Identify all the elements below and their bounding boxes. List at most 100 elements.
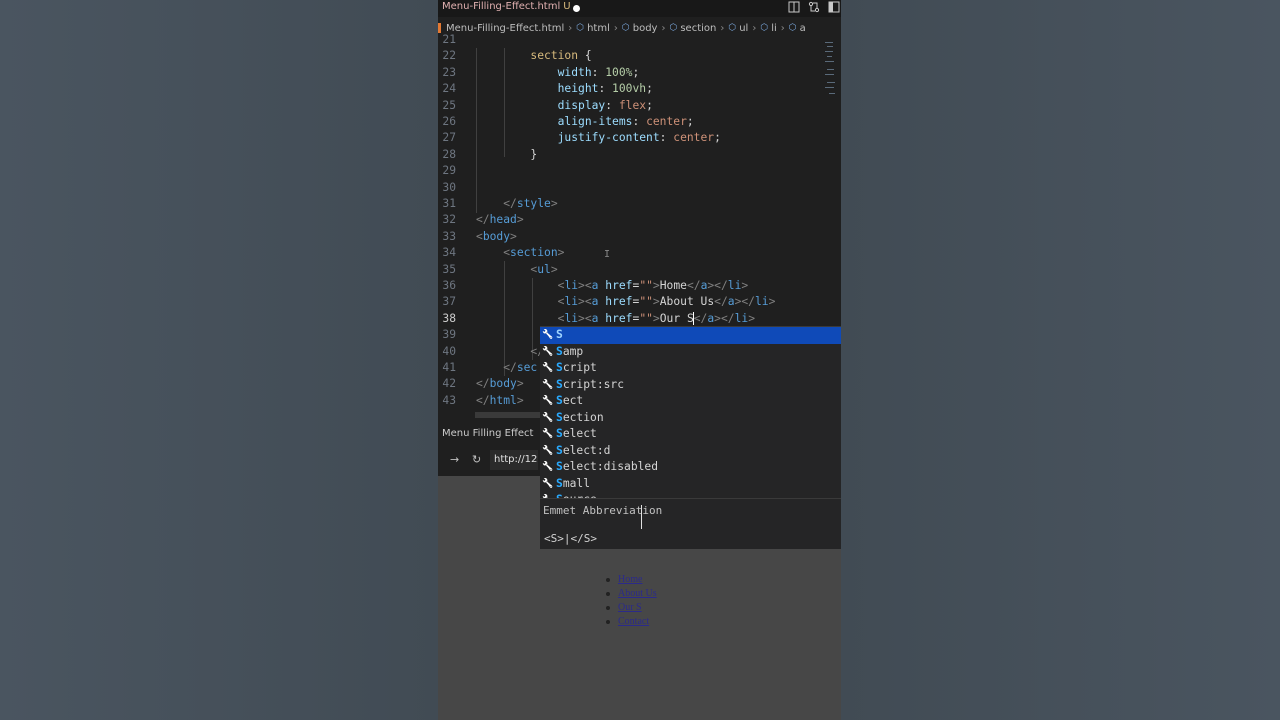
suggestion-label: cript [562,361,597,374]
preview-link-contact[interactable]: Contact [604,615,657,629]
arrow-right-icon[interactable]: → [450,453,459,466]
line-number: 23 [442,65,456,79]
suggestion-label: elect:disabled [562,460,659,473]
suggestion-match: S [556,344,563,358]
line-number: 25 [442,98,456,112]
suggestion-match: S [556,377,563,391]
suggestion-match: S [556,394,563,407]
code-text: <li><a href="">Home</a></li> [557,279,749,292]
compare-icon[interactable] [807,1,821,15]
code-line[interactable]: 28 } [438,147,818,163]
suggestion-label: ection [562,410,604,424]
suggestion-item[interactable]: 🔧 Select:disabled [540,459,841,476]
code-line[interactable]: 29 [438,163,818,179]
code-line[interactable]: 32 </head> [438,212,818,228]
wrench-icon: 🔧 [542,462,554,472]
line-number: 24 [442,82,456,96]
wrench-icon: 🔧 [542,396,554,406]
code-text: height: 100vh; [557,82,653,96]
suggestion-widget: 🔧 S 🔧 Samp 🔧 Script 🔧 Script:src 🔧 Sect 🔧 Section 🔧 S… [540,326,841,498]
code-line[interactable]: 37 <li><a href="">About Us</a></li> [438,294,818,310]
suggestion-item[interactable]: 🔧 Samp [540,344,841,361]
line-number: 30 [442,180,456,194]
suggestion-label: cript:src [562,377,625,391]
wrench-icon: 🔧 [542,330,554,340]
suggestion-item[interactable]: 🔧 S [540,327,841,344]
split-editor-icon[interactable] [787,1,801,15]
code-line[interactable]: 30 [438,180,818,196]
code-text: <li><a href="">Our S</a></li> [557,311,755,325]
wrench-icon: 🔧 [542,478,554,489]
wrench-icon: 🔧 [542,429,554,439]
suggestion-match: S [556,460,563,473]
wrench-icon: 🔧 [542,379,554,390]
suggestion-match: S [556,410,563,424]
suggestion-item[interactable]: 🔧 Script:src [540,377,841,394]
background-right [841,0,1280,720]
line-number: 34 [442,246,456,260]
wrench-icon: 🔧 [542,412,554,423]
code-line[interactable]: 33 <body> [438,229,818,245]
editor-actions [787,1,841,15]
preview-menu: Home About Us Our S Contact [604,573,657,629]
code-text: justify-content: center; [557,131,721,145]
line-number: 42 [442,377,456,391]
code-text: </ [530,344,545,358]
wrench-icon: 🔧 [542,346,554,357]
unsaved-dot-icon[interactable] [573,5,580,12]
line-number: 36 [442,279,456,292]
code-line[interactable]: 21 [438,32,818,48]
line-number: 43 [442,393,456,407]
reload-icon[interactable]: ↻ [472,453,481,466]
code-line[interactable]: 25 display: flex; [438,98,818,114]
wrench-icon: 🔧 [542,445,554,456]
code-text: </html> [476,393,524,407]
layout-icon[interactable] [827,1,841,15]
code-line[interactable]: 35 <ul> [438,262,818,278]
preview-link-our-s[interactable]: Our S [604,601,657,615]
suggestion-match: S [556,361,563,374]
suggestion-match: S [556,443,563,457]
line-number: 29 [442,164,456,178]
line-number: 28 [442,147,456,161]
suggestion-item[interactable]: 🔧 Small [540,476,841,493]
line-number: 33 [442,229,456,243]
editor-tab-bar: Menu-Filling-Effect.html U [438,0,841,17]
code-line[interactable]: 36 <li><a href="">Home</a></li> [438,278,818,294]
code-line[interactable]: 27 justify-content: center; [438,130,818,146]
suggestion-label: amp [562,344,584,358]
code-line[interactable]: 24 height: 100vh; [438,81,818,97]
file-tab[interactable]: Menu-Filling-Effect.html U [442,1,571,12]
preview-link-home[interactable]: Home [604,573,657,587]
suggestion-match: S [556,427,563,440]
code-text: </body> [476,377,524,391]
modified-badge: U [563,1,571,12]
code-line[interactable]: 22 section { [438,48,818,64]
suggestion-label: elect:d [562,443,611,457]
line-number: 35 [442,262,456,276]
code-line[interactable]: 38 <li><a href="">Our S</a></li> [438,311,818,327]
code-text: } [476,147,538,161]
code-text: </style> [503,197,558,210]
browser-tab-title[interactable]: Menu Filling Effect [442,428,533,439]
line-number: 40 [442,344,456,358]
suggestion-item[interactable]: 🔧 Script [540,360,841,377]
suggestion-label: ect [562,394,584,407]
code-line[interactable]: 34 <section> [438,245,818,261]
code-line[interactable]: 31 </style> [438,196,818,212]
background-left [0,0,438,720]
suggestion-item[interactable]: 🔧 Sect [540,393,841,410]
suggestion-details: Emmet Abbreviation <S>|</S> [540,498,841,549]
suggestion-match: S [556,328,563,341]
code-text: align-items: center; [557,115,694,128]
line-number: 22 [442,49,456,63]
suggestion-item[interactable]: 🔧 Section [540,410,841,427]
url-input[interactable]: http://12 [490,450,538,470]
preview-link-about[interactable]: About Us [604,587,657,601]
code-line[interactable]: 26 align-items: center; [438,114,818,130]
suggestion-item[interactable]: 🔧 Select [540,426,841,443]
suggestion-item[interactable]: 🔧 Select:d [540,443,841,460]
code-line[interactable]: 23 width: 100%; [438,65,818,81]
code-text: <body> [476,229,517,243]
wrench-icon: 🔧 [542,363,554,373]
